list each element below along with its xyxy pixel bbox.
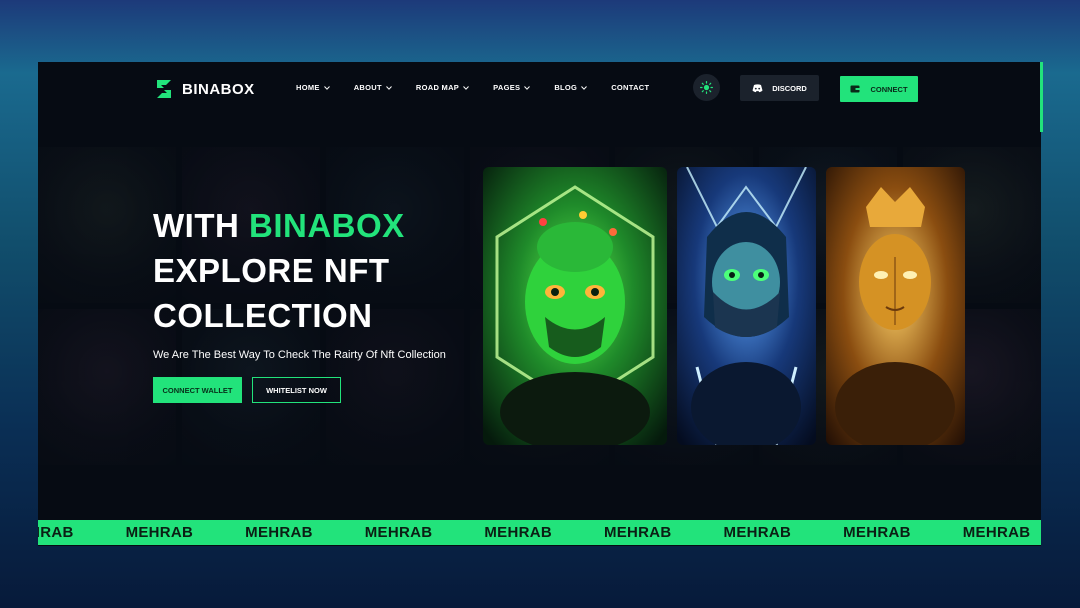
- nav-item-label: BLOG: [554, 83, 578, 92]
- ticker-item: MEHRAB: [364, 524, 433, 541]
- ticker-item: MEHRAB: [125, 524, 194, 541]
- chevron-down-icon: [463, 85, 469, 90]
- discord-button[interactable]: DISCORD: [740, 75, 819, 101]
- discord-label: DISCORD: [772, 83, 807, 93]
- nft-card-green[interactable]: [483, 167, 667, 445]
- sun-icon: [700, 81, 713, 94]
- marquee-ticker: MEHRAB MEHRAB MEHRAB MEHRAB MEHRAB MEHRA…: [38, 520, 1041, 545]
- whitelist-now-button[interactable]: WHITELIST NOW: [252, 377, 341, 403]
- nav-item-label: ROAD MAP: [415, 83, 460, 92]
- connect-label: CONNECT: [870, 84, 908, 94]
- ticker-item: MEHRAB: [484, 524, 552, 541]
- nav-item-label: HOME: [296, 83, 320, 92]
- brand-name: BINABOX: [182, 80, 255, 98]
- hero-subtitle: We Are The Best Way To Check The Rairty …: [153, 349, 446, 361]
- site-frame: BINABOX HOME ABOUT ROAD MAP PAGES BLOG C…: [38, 62, 1041, 546]
- ticker-item: MEHRAB: [962, 524, 1031, 541]
- nav-item-contact[interactable]: CONTACT: [611, 83, 649, 92]
- nav-item-pages[interactable]: PAGES: [493, 83, 531, 92]
- nav-item-about[interactable]: ABOUT: [354, 83, 392, 92]
- hero-title-accent: BINABOX: [248, 207, 405, 244]
- ticker-item: MEHRAB: [603, 524, 672, 541]
- ticker-track: MEHRAB MEHRAB MEHRAB MEHRAB MEHRAB MEHRA…: [38, 520, 1041, 545]
- nav-item-label: ABOUT: [353, 83, 382, 92]
- chevron-down-icon: [386, 85, 392, 90]
- brand-logo[interactable]: BINABOX: [154, 78, 255, 100]
- connect-button[interactable]: CONNECT: [840, 76, 918, 102]
- nft-image-blue: [677, 167, 816, 445]
- theme-toggle-button[interactable]: [693, 74, 720, 101]
- chevron-down-icon: [524, 85, 531, 90]
- ticker-item: MEHRAB: [38, 524, 74, 541]
- frame-accent-bar: [1040, 62, 1043, 132]
- connect-wallet-button[interactable]: CONNECT WALLET: [153, 377, 242, 403]
- hero-title-prefix: WITH: [153, 207, 249, 244]
- nav-item-label: PAGES: [493, 83, 521, 92]
- nav-item-road-map[interactable]: ROAD MAP: [416, 83, 469, 92]
- discord-icon: [752, 83, 763, 92]
- nft-image-gold: [826, 167, 965, 445]
- nft-card-blue[interactable]: [677, 167, 816, 445]
- nav-item-home[interactable]: HOME: [296, 83, 330, 92]
- ticker-item: MEHRAB: [723, 524, 792, 541]
- main-nav: HOME ABOUT ROAD MAP PAGES BLOG CONTACT: [296, 83, 673, 92]
- hero-title-line-2: EXPLORE NFT: [153, 252, 390, 289]
- nft-card-gold[interactable]: [826, 167, 965, 445]
- ticker-item: MEHRAB: [843, 524, 911, 541]
- nft-image-green: [483, 167, 667, 445]
- chevron-down-icon: [323, 85, 330, 90]
- hero-title-line-3: COLLECTION: [153, 297, 373, 334]
- nav-item-label: CONTACT: [611, 83, 650, 92]
- logo-icon: [157, 80, 171, 98]
- wallet-icon: [850, 85, 860, 93]
- hero-title-line-1: WITH BINABOX: [153, 207, 405, 245]
- nav-item-blog[interactable]: BLOG: [554, 83, 588, 92]
- chevron-down-icon: [581, 85, 588, 90]
- ticker-item: MEHRAB: [245, 524, 313, 541]
